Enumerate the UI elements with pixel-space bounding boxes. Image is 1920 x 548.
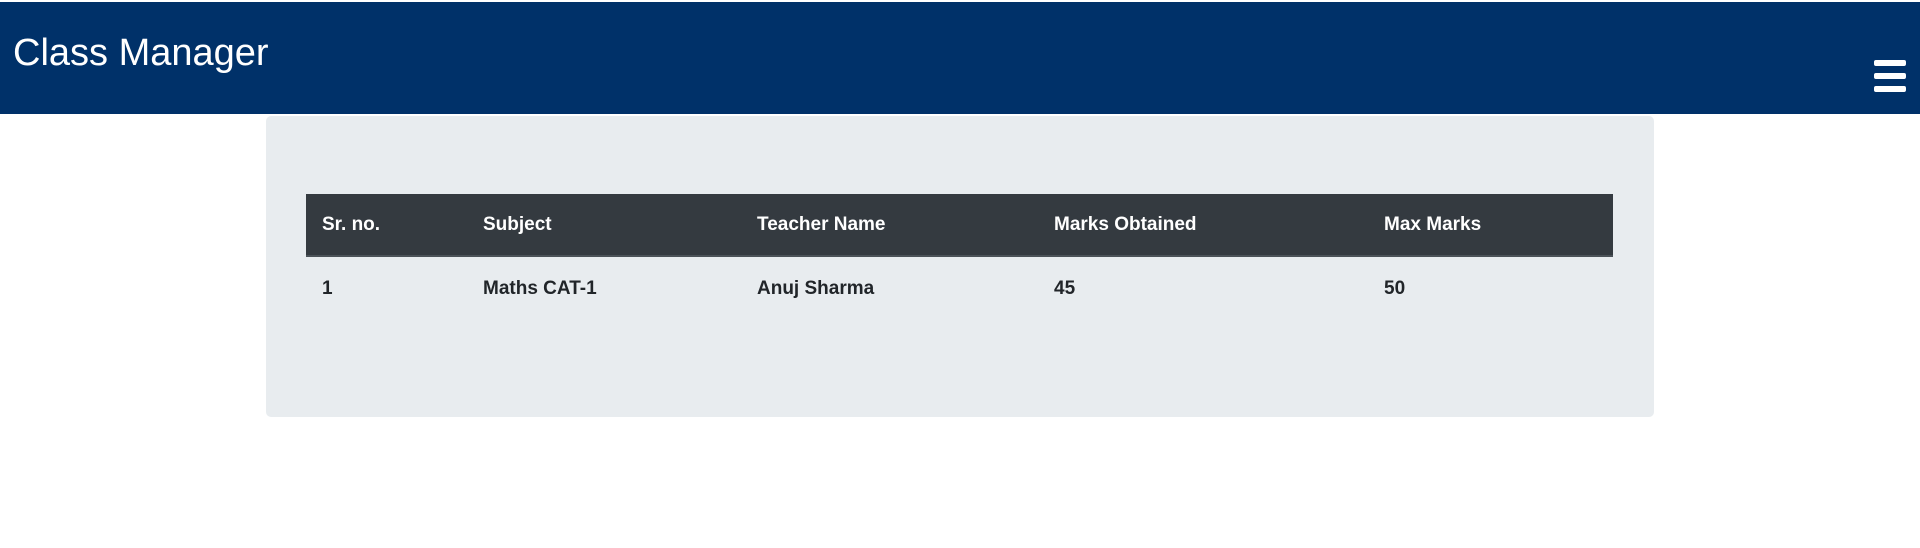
header-marks-obtained: Marks Obtained — [1038, 194, 1368, 257]
header-max-marks: Max Marks — [1368, 194, 1613, 257]
cell-teacher-name: Anuj Sharma — [757, 277, 875, 299]
menu-bar-line — [1874, 73, 1906, 79]
menu-bar-line — [1874, 86, 1906, 92]
table-body: 1 Maths CAT-1 Anuj Sharma 45 50 — [306, 256, 1613, 320]
cell-marks-obtained: 45 — [1054, 277, 1076, 299]
brand-title[interactable]: Class Manager — [13, 30, 269, 76]
marks-table: Sr. no. Subject Teacher Name Marks Obtai… — [306, 194, 1613, 320]
marks-panel: Sr. no. Subject Teacher Name Marks Obtai… — [266, 116, 1654, 417]
header-subject: Subject — [467, 194, 741, 257]
cell-subject: Maths CAT-1 — [483, 277, 597, 299]
table-header: Sr. no. Subject Teacher Name Marks Obtai… — [306, 194, 1613, 257]
hamburger-menu-icon[interactable] — [1870, 57, 1910, 97]
table-row: 1 Maths CAT-1 Anuj Sharma 45 50 — [306, 256, 1613, 320]
cell-max-marks: 50 — [1384, 277, 1406, 299]
cell-sr-no: 1 — [322, 277, 333, 299]
top-navbar: Class Manager — [0, 2, 1920, 114]
header-sr-no: Sr. no. — [306, 194, 467, 257]
header-teacher-name: Teacher Name — [741, 194, 1038, 257]
menu-bar-line — [1874, 60, 1906, 66]
table-header-row: Sr. no. Subject Teacher Name Marks Obtai… — [306, 194, 1613, 257]
